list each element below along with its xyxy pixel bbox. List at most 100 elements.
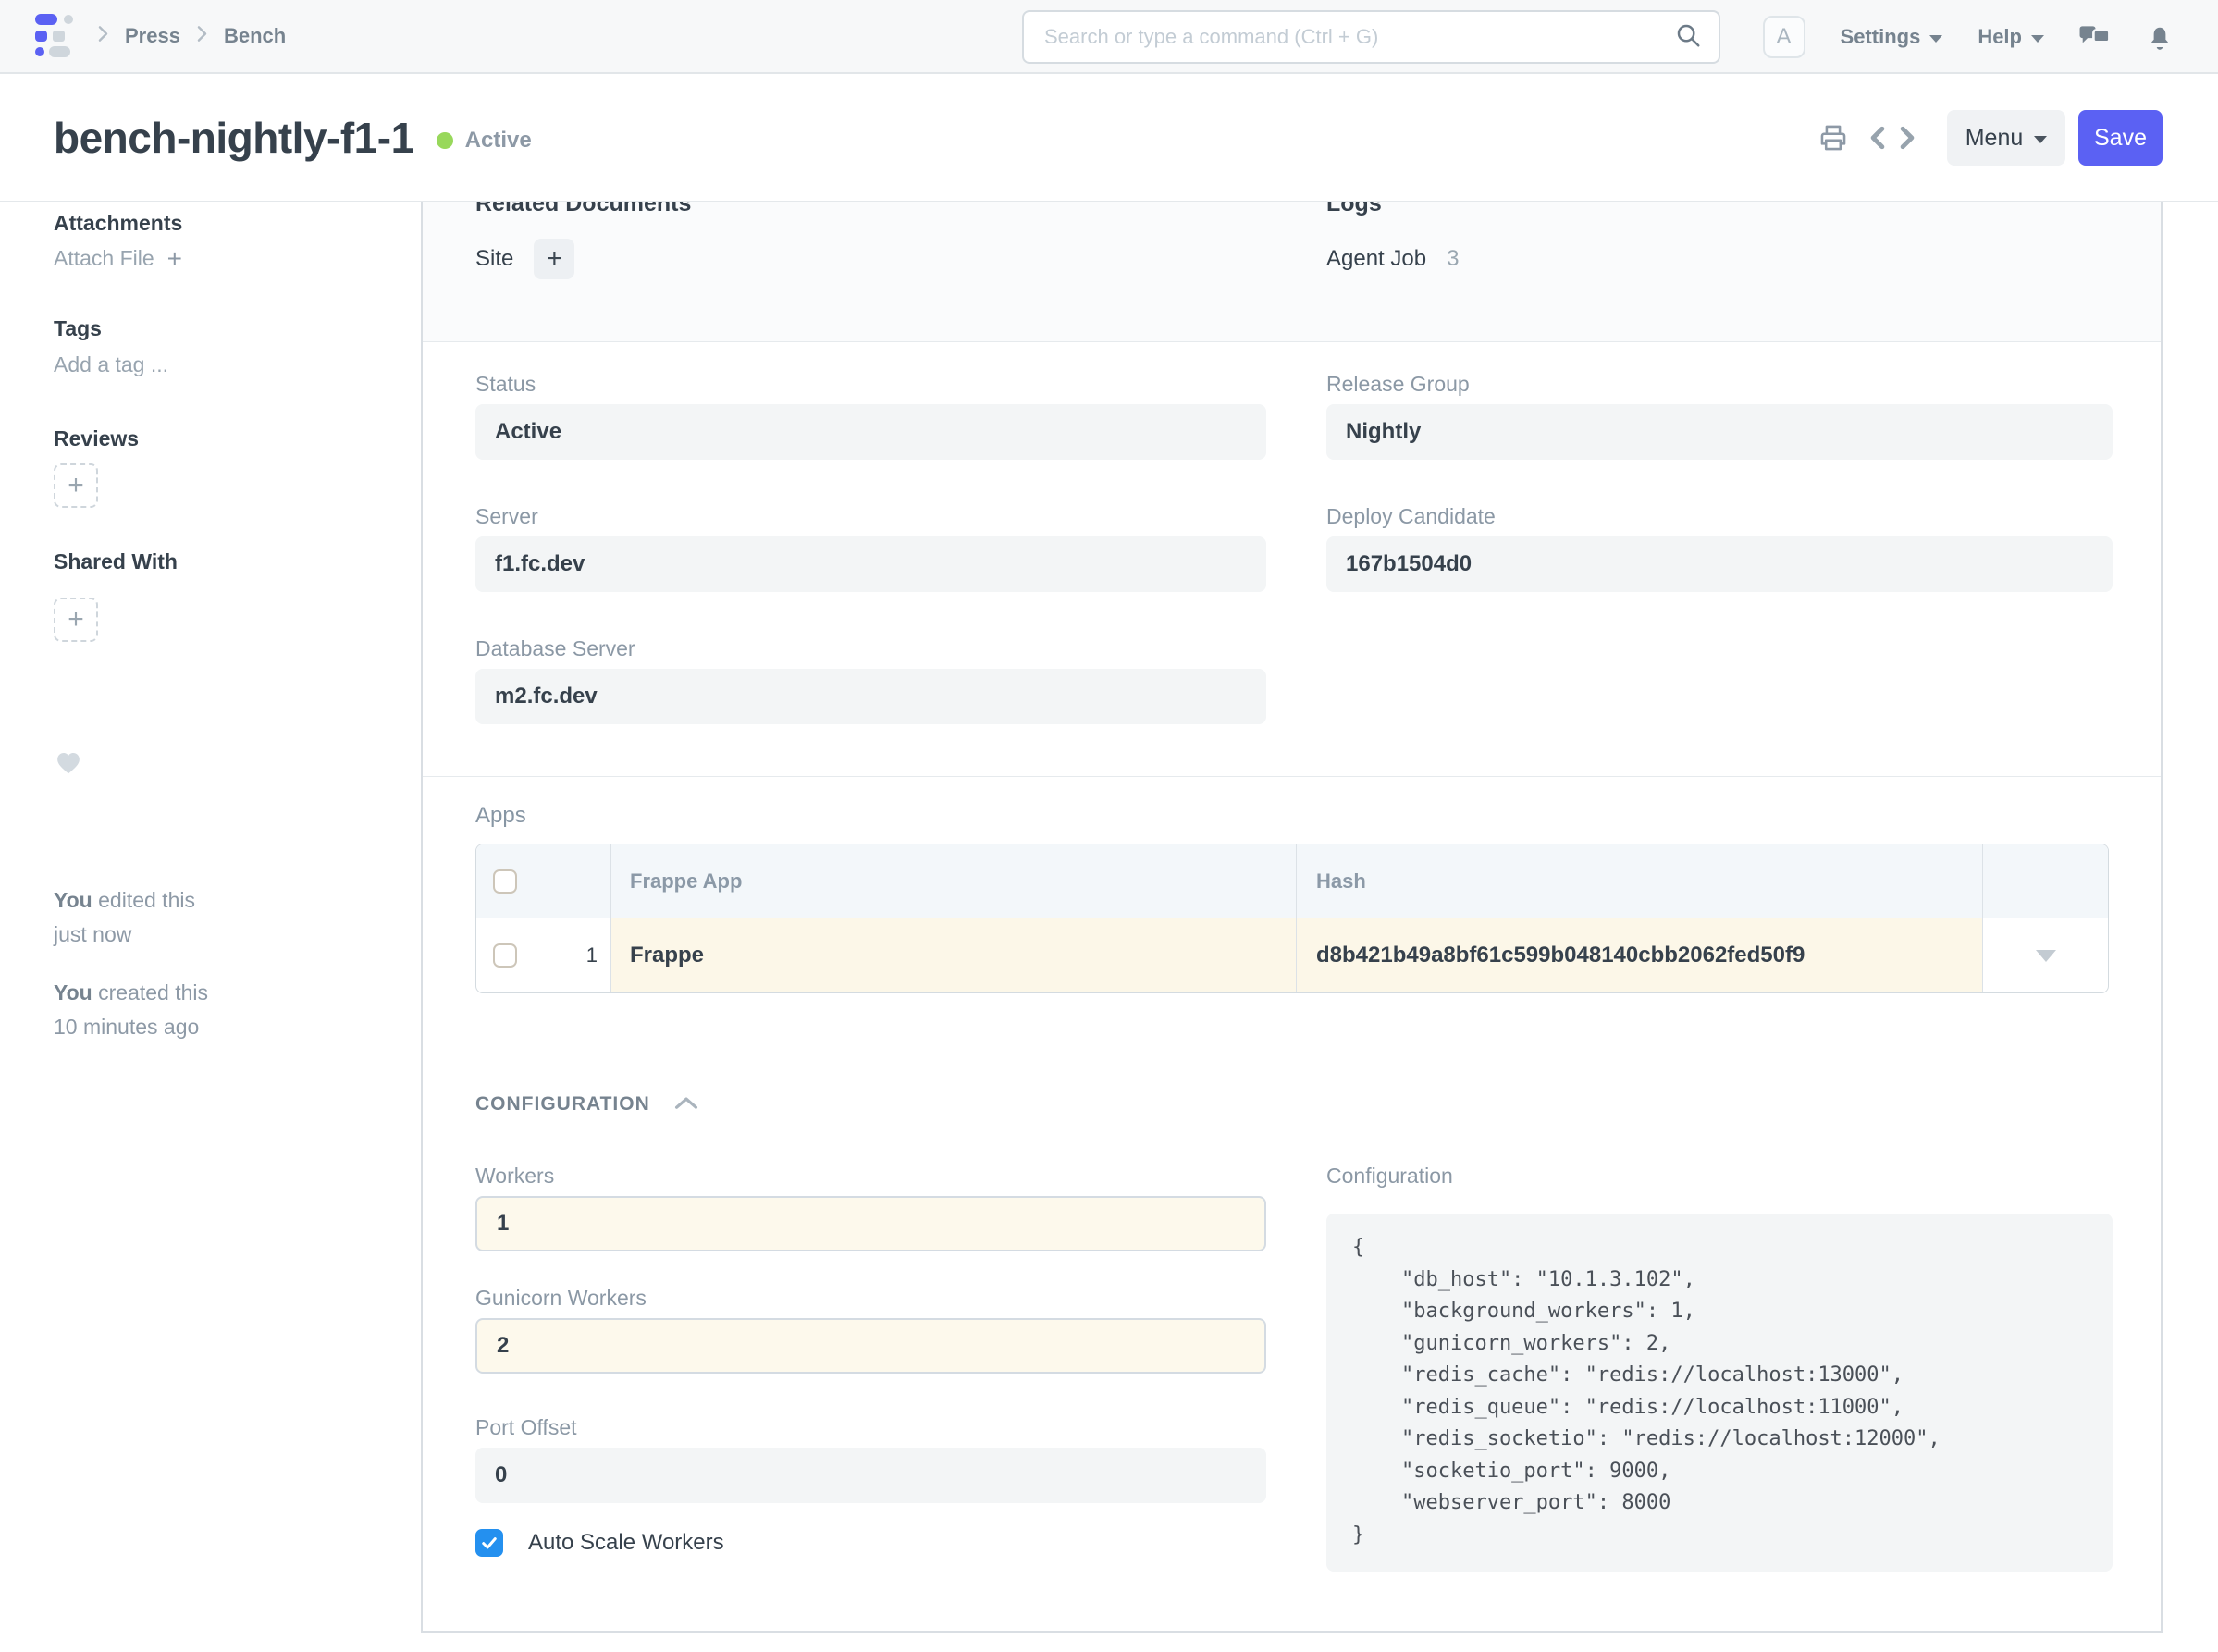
settings-label: Settings <box>1841 25 1921 49</box>
caret-down-icon <box>2034 136 2047 143</box>
related-documents-row: Site + <box>475 239 574 279</box>
field-release-group: Release Group Nightly <box>1326 372 2113 460</box>
configuration-section-toggle[interactable]: CONFIGURATION <box>475 1093 698 1116</box>
column-header-hash: Hash <box>1297 844 1983 918</box>
bell-icon[interactable] <box>2146 22 2174 52</box>
page-title-area: bench-nightly-f1-1 Active <box>54 74 532 202</box>
search-icon[interactable] <box>1674 21 1702 54</box>
port-offset-value-field: 0 <box>475 1448 1266 1503</box>
agent-job-link[interactable]: Agent Job <box>1326 246 1426 272</box>
reviews-heading: Reviews <box>54 426 139 451</box>
deploy-candidate-value-field: 167b1504d0 <box>1326 536 2113 592</box>
settings-menu[interactable]: Settings <box>1841 25 1943 49</box>
add-review-button[interactable]: + <box>54 463 98 508</box>
page-title: bench-nightly-f1-1 <box>54 113 414 163</box>
related-documents-heading: Related Documents <box>475 202 691 217</box>
field-auto-scale-workers: Auto Scale Workers <box>475 1529 724 1557</box>
chat-icon[interactable] <box>2079 22 2111 52</box>
menu-button-label: Menu <box>1965 125 2024 152</box>
add-share-button[interactable]: + <box>54 598 98 642</box>
activity-created: You created this 10 minutes ago <box>54 976 208 1044</box>
add-site-button[interactable]: + <box>534 239 574 279</box>
printer-icon[interactable] <box>1818 122 1849 154</box>
activity-when: just now <box>54 918 195 952</box>
tags-heading: Tags <box>54 316 102 341</box>
field-label: Database Server <box>475 636 1266 661</box>
activity-actor: You <box>54 980 92 1005</box>
form-dashboard: Related Documents Site + Logs Agent Job … <box>423 202 2161 342</box>
attach-file-label: Attach File <box>54 246 154 271</box>
chevron-left-icon[interactable] <box>1866 124 1890 152</box>
avatar-initial: A <box>1777 24 1792 50</box>
field-server: Server f1.fc.dev <box>475 504 1266 592</box>
status-value-field: Active <box>475 404 1266 460</box>
field-workers: Workers 1 <box>475 1164 1266 1251</box>
caret-down-icon <box>1929 35 1942 43</box>
menu-button[interactable]: Menu <box>1947 110 2065 166</box>
activity-when: 10 minutes ago <box>54 1010 208 1044</box>
page-actions: Menu Save <box>1818 74 2163 202</box>
dropdown-arrow-icon[interactable] <box>2036 950 2056 962</box>
site-link[interactable]: Site <box>475 246 513 272</box>
bench-form-page: Press Bench A Settings <box>0 0 2218 1652</box>
search-input[interactable] <box>1044 25 1674 49</box>
field-status: Status Active <box>475 372 1266 460</box>
add-tag-input[interactable]: Add a tag ... <box>54 352 168 377</box>
release-group-value-field: Nightly <box>1326 404 2113 460</box>
save-button[interactable]: Save <box>2078 110 2163 166</box>
plus-icon: + <box>68 604 84 635</box>
field-deploy-candidate: Deploy Candidate 167b1504d0 <box>1326 504 2113 592</box>
field-label: Status <box>475 372 1266 397</box>
select-all-checkbox[interactable] <box>493 869 517 894</box>
configuration-json-text: { "db_host": "10.1.3.102", "background_w… <box>1352 1232 2087 1551</box>
field-label: Server <box>475 504 1266 529</box>
agent-job-count-badge: 3 <box>1447 246 1459 272</box>
heart-icon[interactable] <box>54 749 83 777</box>
breadcrumb-item-bench[interactable]: Bench <box>224 24 286 48</box>
help-label: Help <box>1978 25 2022 49</box>
workers-input[interactable]: 1 <box>475 1196 1266 1251</box>
breadcrumb: Press Bench <box>94 24 286 48</box>
status-dot-icon <box>437 132 453 149</box>
status-indicator-label: Active <box>465 128 532 154</box>
plus-icon: + <box>547 243 563 275</box>
configuration-section-heading: CONFIGURATION <box>475 1093 650 1116</box>
apps-grid-row: 1 Frappe d8b421b49a8bf61c599b048140cbb20… <box>476 918 2108 992</box>
hash-cell[interactable]: d8b421b49a8bf61c599b048140cbb2062fed50f9 <box>1297 918 1983 992</box>
frappe-app-cell[interactable]: Frappe <box>611 918 1297 992</box>
activity-actor: You <box>54 888 92 912</box>
row-index: 1 <box>586 943 598 968</box>
field-label: Deploy Candidate <box>1326 504 2113 529</box>
activity-action: edited this <box>92 888 195 912</box>
global-search[interactable] <box>1022 10 1720 64</box>
caret-down-icon <box>2031 35 2044 43</box>
field-port-offset: Port Offset 0 <box>475 1415 1266 1503</box>
field-label: Configuration <box>1326 1164 2113 1189</box>
save-button-label: Save <box>2094 125 2147 152</box>
field-label: Port Offset <box>475 1415 1266 1440</box>
field-database-server: Database Server m2.fc.dev <box>475 636 1266 724</box>
field-label: Workers <box>475 1164 1266 1189</box>
field-label: Release Group <box>1326 372 2113 397</box>
frappe-logo[interactable] <box>35 14 76 58</box>
breadcrumb-item-press[interactable]: Press <box>125 24 180 48</box>
help-menu[interactable]: Help <box>1978 25 2044 49</box>
row-checkbox[interactable] <box>493 943 517 968</box>
avatar[interactable]: A <box>1763 16 1805 58</box>
database-server-value-field: m2.fc.dev <box>475 669 1266 724</box>
apps-section: Apps Frappe App Hash 1 Frappe d8b <box>423 777 2161 1054</box>
field-configuration-json: Configuration { "db_host": "10.1.3.102",… <box>1326 1164 2113 1572</box>
top-navbar: Press Bench A Settings <box>0 0 2218 74</box>
auto-scale-workers-checkbox[interactable] <box>475 1529 503 1557</box>
form-sidebar: Attachments Attach File + Tags Add a tag… <box>0 202 421 1652</box>
form-body: Related Documents Site + Logs Agent Job … <box>421 202 2163 1633</box>
attach-file-button[interactable]: Attach File + <box>54 246 182 271</box>
gunicorn-workers-input[interactable]: 2 <box>475 1318 1266 1374</box>
plus-icon: + <box>68 470 84 501</box>
navbar-right: A Settings Help <box>1763 0 2174 74</box>
chevron-right-icon[interactable] <box>1895 124 1919 152</box>
auto-scale-workers-label: Auto Scale Workers <box>528 1530 724 1556</box>
configuration-section: CONFIGURATION Workers 1 Gunicorn Workers… <box>423 1054 2161 1631</box>
status-indicator: Active <box>437 128 532 154</box>
activity-action: created this <box>92 980 208 1005</box>
